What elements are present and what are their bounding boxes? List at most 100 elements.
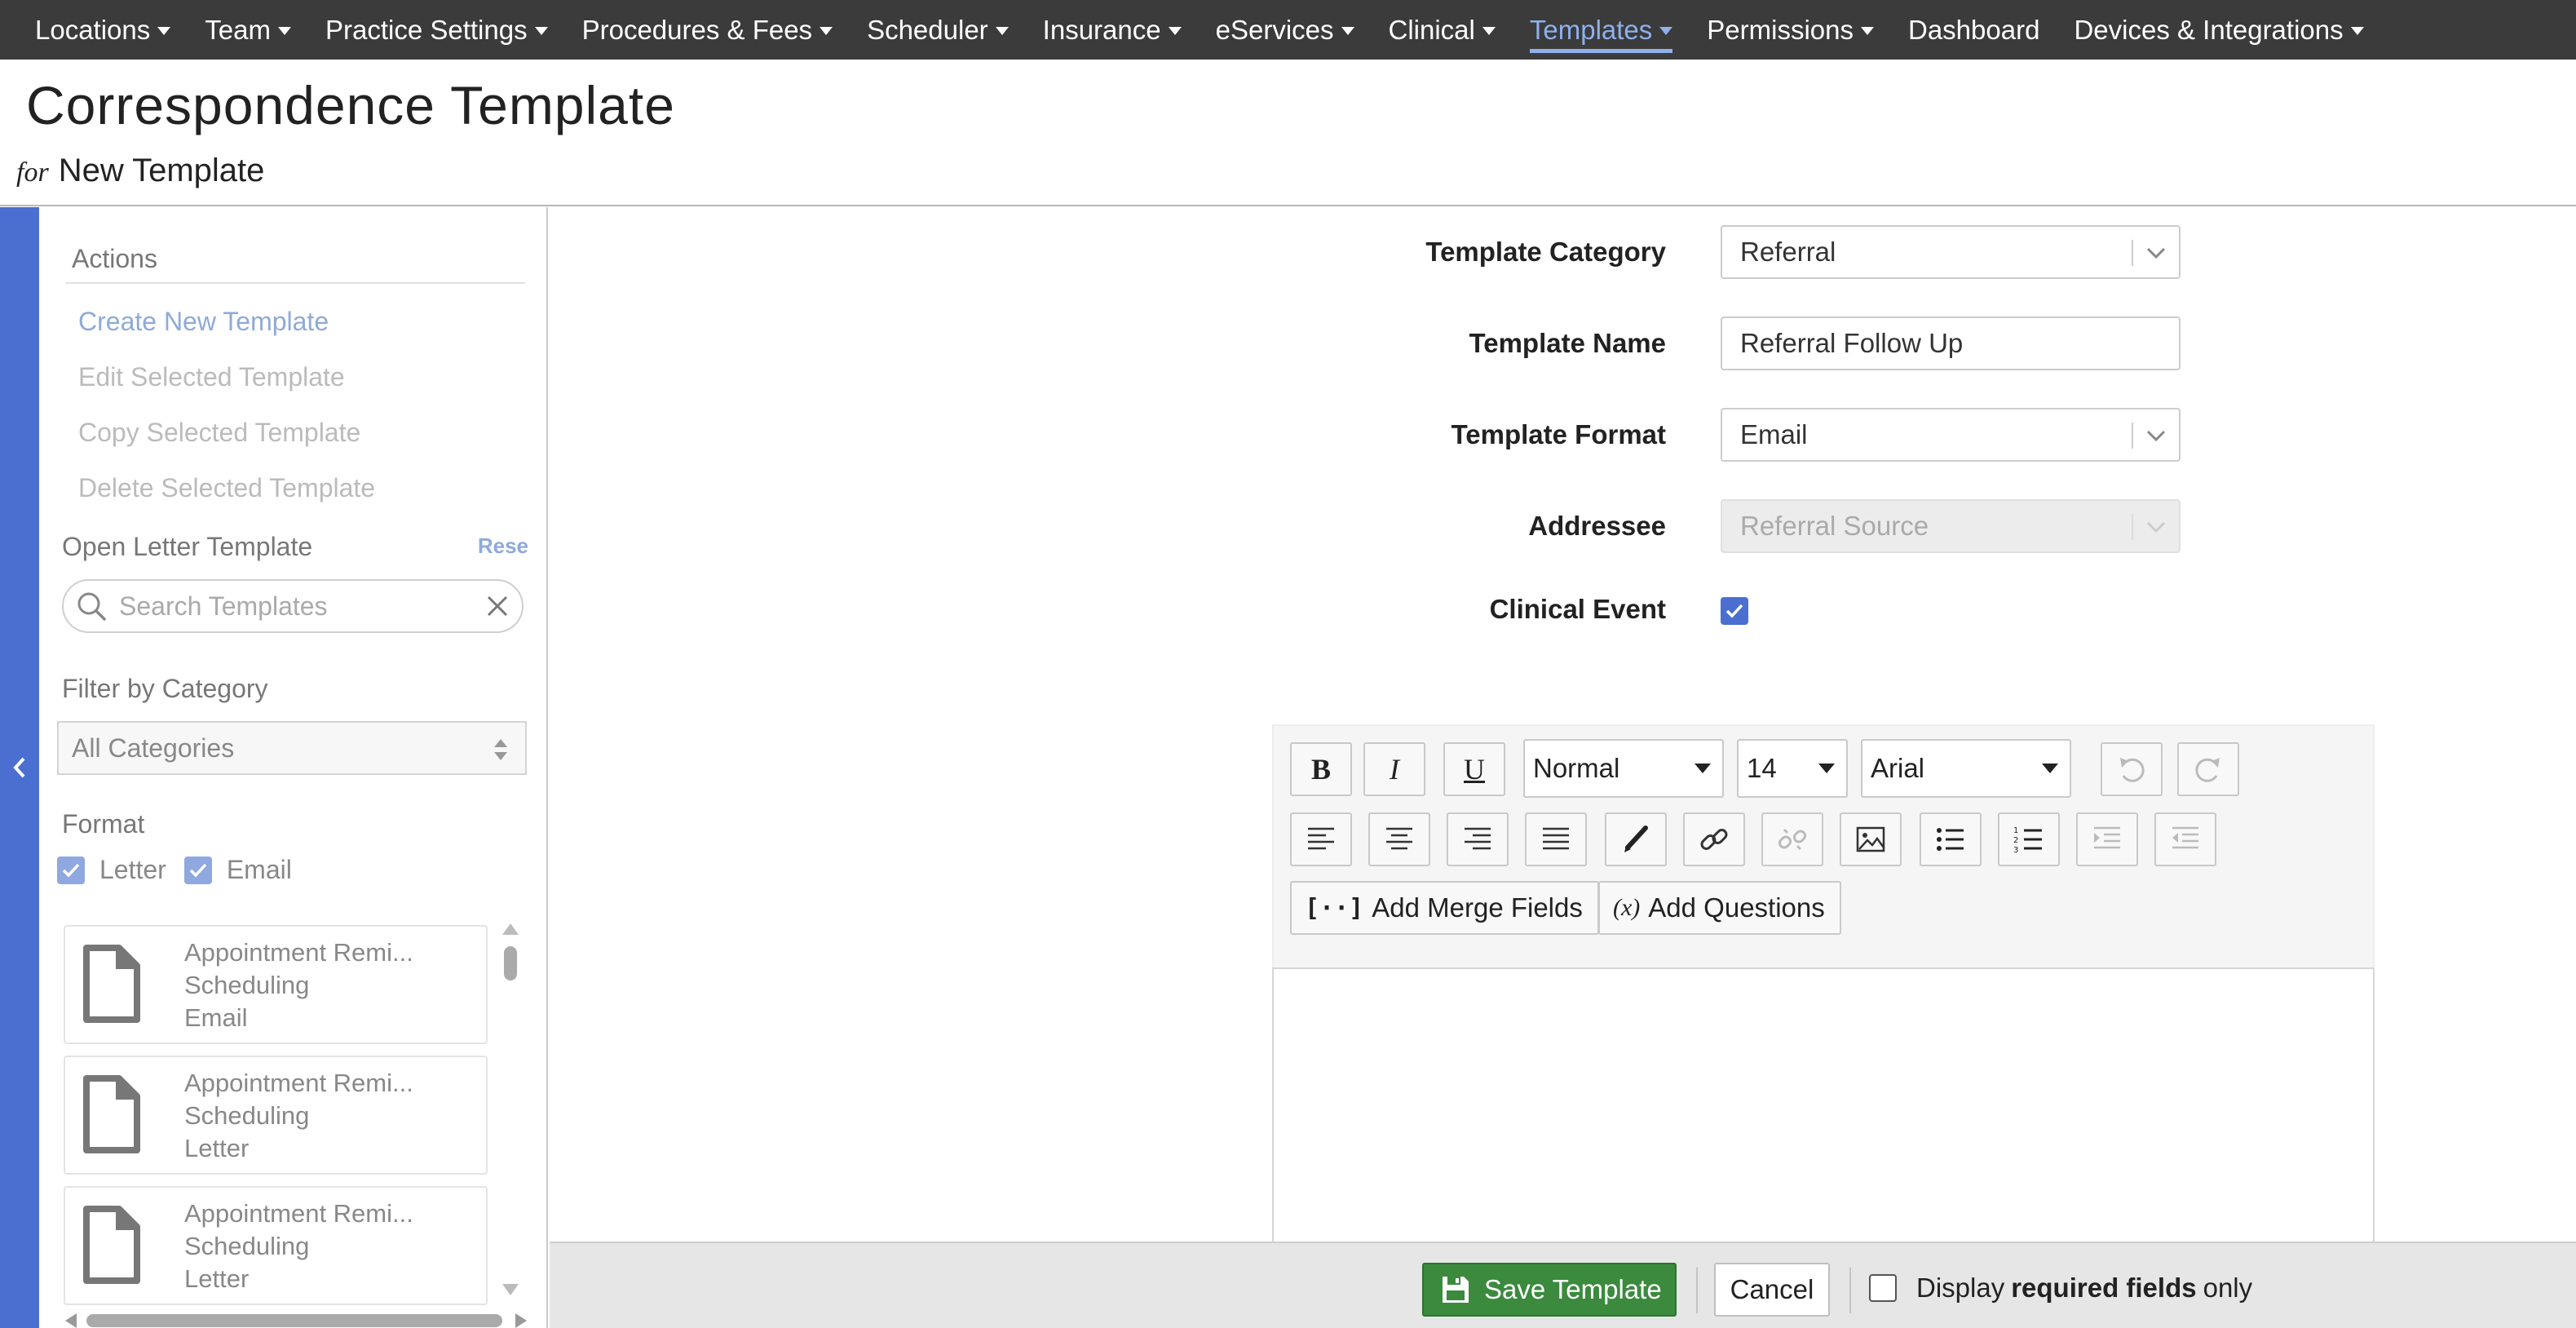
- create-new-template-link[interactable]: Create New Template: [78, 307, 329, 337]
- horizontal-scrollbar[interactable]: [64, 1310, 528, 1328]
- nav-clinical[interactable]: Clinical: [1372, 0, 1513, 60]
- sidebar-collapse-toggle[interactable]: [0, 207, 39, 1328]
- nav-eservices[interactable]: eServices: [1199, 0, 1372, 60]
- undo-icon: [2120, 758, 2145, 782]
- template-format-select[interactable]: Email: [1721, 408, 2181, 462]
- insert-image-button[interactable]: [1840, 812, 1902, 866]
- editor-body[interactable]: [1272, 967, 2375, 1245]
- add-merge-fields-button[interactable]: [⋅⋅] Add Merge Fields: [1290, 881, 1599, 935]
- nav-templates[interactable]: Templates: [1513, 0, 1690, 60]
- save-template-button[interactable]: Save Template: [1422, 1263, 1677, 1317]
- unlink-icon: [1778, 828, 1807, 851]
- floppy-disk-icon: [1443, 1277, 1469, 1303]
- reset-link[interactable]: Rese: [478, 533, 528, 559]
- footer-bar: Save Template Cancel Display required fi…: [550, 1242, 2576, 1328]
- bold-button[interactable]: B: [1290, 742, 1352, 796]
- merge-fields-icon: [⋅⋅]: [1305, 893, 1364, 923]
- link-icon: [1700, 829, 1728, 850]
- align-left-button[interactable]: [1290, 812, 1352, 866]
- caret-down-icon: [1659, 27, 1673, 35]
- svg-text:1: 1: [2013, 826, 2018, 835]
- chevron-left-icon: [13, 757, 25, 778]
- clinical-event-checkbox[interactable]: [1721, 597, 1748, 625]
- indent-icon: [2094, 826, 2120, 849]
- caret-down-icon: [1168, 27, 1182, 35]
- outdent-button[interactable]: [2154, 812, 2216, 866]
- nav-practice-settings[interactable]: Practice Settings: [308, 0, 565, 60]
- font-family-select[interactable]: Arial: [1861, 739, 2071, 798]
- align-center-button[interactable]: [1368, 812, 1430, 866]
- template-category-select[interactable]: Referral: [1721, 225, 2181, 279]
- redo-button[interactable]: [2177, 742, 2239, 796]
- clinical-event-label: Clinical Event: [1489, 594, 1666, 624]
- check-icon: [62, 863, 80, 878]
- align-justify-icon: [1543, 827, 1569, 850]
- filter-heading: Filter by Category: [62, 674, 268, 703]
- paragraph-style-select[interactable]: Normal: [1523, 739, 1724, 798]
- actions-heading: Actions: [72, 244, 157, 273]
- variable-icon: (x): [1613, 894, 1641, 921]
- caret-down-icon: [1695, 764, 1711, 773]
- search-icon: [77, 592, 106, 621]
- nav-locations[interactable]: Locations: [18, 0, 188, 60]
- caret-down-icon: [995, 27, 1009, 35]
- document-icon: [83, 1206, 140, 1284]
- delete-selected-template-link[interactable]: Delete Selected Template: [78, 473, 375, 503]
- align-right-button[interactable]: [1447, 812, 1509, 866]
- outdent-icon: [2172, 826, 2198, 849]
- list-item[interactable]: Appointment Remi... Scheduling Letter: [64, 1186, 488, 1305]
- font-size-select[interactable]: 14: [1737, 739, 1848, 798]
- sidebar: Actions Create New Template Edit Selecte…: [39, 207, 548, 1328]
- image-icon: [1856, 826, 1885, 852]
- format-heading: Format: [62, 809, 145, 839]
- nav-team[interactable]: Team: [188, 0, 308, 60]
- copy-selected-template-link[interactable]: Copy Selected Template: [78, 418, 360, 448]
- page-title: Correspondence Template: [26, 75, 675, 135]
- category-filter-select[interactable]: All Categories: [57, 721, 527, 775]
- check-icon: [1725, 604, 1743, 618]
- page-subtitle: for New Template: [16, 153, 265, 188]
- undo-button[interactable]: [2101, 742, 2163, 796]
- text-color-button[interactable]: [1605, 812, 1667, 866]
- underline-button[interactable]: U: [1443, 742, 1505, 796]
- unlink-button[interactable]: [1761, 812, 1823, 866]
- indent-button[interactable]: [2076, 812, 2138, 866]
- list-item[interactable]: Appointment Remi... Scheduling Letter: [64, 1056, 488, 1175]
- add-questions-button[interactable]: (x) Add Questions: [1598, 881, 1841, 935]
- insert-link-button[interactable]: [1683, 812, 1745, 866]
- numbered-list-button[interactable]: 123: [1998, 812, 2060, 866]
- nav-devices-integrations[interactable]: Devices & Integrations: [2057, 0, 2380, 60]
- email-checkbox[interactable]: [183, 856, 212, 884]
- nav-insurance[interactable]: Insurance: [1026, 0, 1199, 60]
- template-format-label: Template Format: [1451, 419, 1666, 449]
- format-filter: Letter Email: [57, 855, 310, 885]
- caret-down-icon: [157, 27, 171, 35]
- nav-scheduler[interactable]: Scheduler: [850, 0, 1026, 60]
- caret-down-icon: [820, 27, 833, 35]
- template-name-input[interactable]: [1740, 328, 2179, 359]
- svg-text:2: 2: [2013, 836, 2018, 845]
- template-name-field: [1721, 317, 2181, 370]
- nav-dashboard[interactable]: Dashboard: [1891, 0, 2057, 60]
- nav-procedures-fees[interactable]: Procedures & Fees: [565, 0, 850, 60]
- chevron-down-icon: [2146, 521, 2166, 533]
- nav-permissions[interactable]: Permissions: [1690, 0, 1891, 60]
- caret-down-icon: [1482, 27, 1496, 35]
- list-item[interactable]: Appointment Remi... Scheduling Email: [64, 925, 488, 1044]
- bullet-list-button[interactable]: [1920, 812, 1982, 866]
- caret-down-icon: [2042, 764, 2058, 773]
- italic-button[interactable]: I: [1363, 742, 1425, 796]
- vertical-scrollbar[interactable]: [499, 919, 522, 1302]
- letter-checkbox[interactable]: [57, 856, 85, 884]
- required-fields-checkbox[interactable]: [1869, 1274, 1897, 1302]
- search-input[interactable]: [119, 591, 462, 622]
- divider: [1696, 1268, 1698, 1313]
- cancel-button[interactable]: Cancel: [1714, 1263, 1830, 1317]
- template-category-label: Template Category: [1425, 237, 1666, 267]
- addressee-select: Referral Source: [1721, 499, 2181, 553]
- edit-selected-template-link[interactable]: Edit Selected Template: [78, 362, 345, 392]
- bullet-list-icon: [1937, 828, 1964, 851]
- clear-icon[interactable]: [486, 595, 509, 618]
- align-justify-button[interactable]: [1525, 812, 1587, 866]
- redo-icon: [2195, 758, 2220, 782]
